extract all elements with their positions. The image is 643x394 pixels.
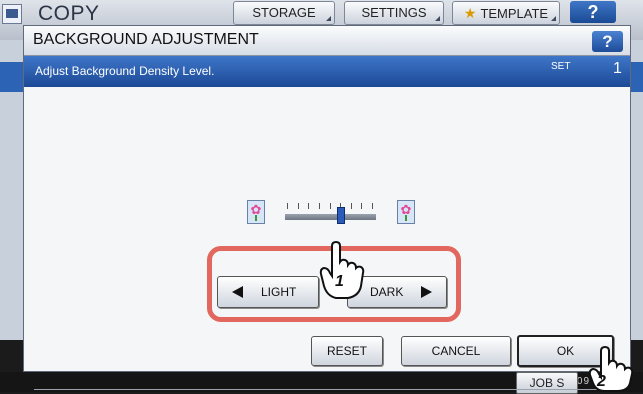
hand-pointer-icon [588, 345, 634, 392]
background-adjustment-dialog: BACKGROUND ADJUSTMENT ? Adjust Backgroun… [23, 25, 631, 390]
star-icon: ★ [463, 5, 477, 21]
scale-tick [372, 203, 373, 209]
copy-icon [2, 4, 22, 24]
settings-tab-label: SETTINGS [361, 5, 427, 20]
scale-tick [298, 203, 299, 209]
template-tab-label: TEMPLATE [480, 6, 549, 21]
density-scale-ticks [287, 203, 373, 211]
settings-tab[interactable]: SETTINGS [344, 1, 444, 25]
set-value: 1 [613, 60, 622, 77]
stem-icon [405, 215, 407, 221]
scale-tick [319, 203, 320, 209]
light-button-label: LIGHT [261, 285, 297, 299]
scale-tick [308, 203, 309, 209]
job-status-button[interactable]: JOB S [516, 372, 578, 394]
scale-tick [361, 203, 362, 209]
footer-divider [34, 389, 622, 390]
cancel-button[interactable]: CANCEL [401, 336, 511, 366]
storage-tab[interactable]: STORAGE [233, 1, 335, 25]
storage-tab-label: STORAGE [252, 5, 316, 20]
left-background-strip-blue [0, 62, 24, 92]
corner-icon [435, 16, 440, 21]
corner-icon [326, 16, 331, 21]
corner-icon [551, 16, 556, 21]
help-button-background[interactable]: ? [570, 1, 616, 23]
scale-tick [287, 203, 288, 209]
hand-pointer-icon [319, 240, 365, 299]
copy-title: COPY [38, 2, 100, 25]
triangle-left-icon [232, 286, 243, 298]
light-button[interactable]: LIGHT [217, 276, 319, 308]
light-flower-icon: ✿ [247, 200, 265, 224]
dialog-title: BACKGROUND ADJUSTMENT [33, 31, 259, 48]
instruction-text: Adjust Background Density Level. [35, 64, 215, 78]
triangle-right-icon [421, 286, 432, 298]
dialog-content: ✿ ✿ LIGHT DARK [24, 88, 630, 390]
reset-button[interactable]: RESET [311, 336, 383, 366]
density-scale [285, 214, 376, 220]
step-number-2: 2 [597, 373, 606, 390]
scale-tick [330, 203, 331, 209]
instruction-bar: Adjust Background Density Level. SET 1 [24, 56, 630, 87]
dark-flower-icon: ✿ [397, 200, 415, 224]
template-tab[interactable]: ★ TEMPLATE [452, 1, 560, 25]
density-level-marker [337, 207, 345, 224]
dialog-title-bar: BACKGROUND ADJUSTMENT ? [24, 26, 630, 56]
step-number-1: 1 [335, 273, 344, 290]
dark-button-label: DARK [370, 285, 404, 299]
scale-tick [351, 203, 352, 209]
stem-icon [255, 215, 257, 221]
set-label: SET [551, 61, 571, 72]
help-button[interactable]: ? [592, 31, 623, 52]
